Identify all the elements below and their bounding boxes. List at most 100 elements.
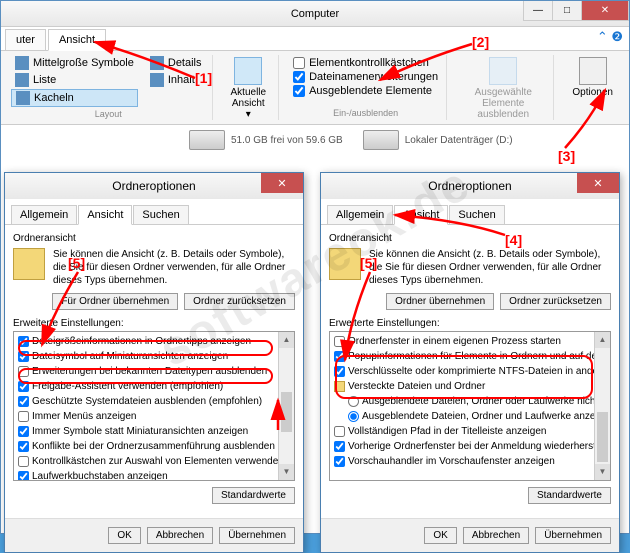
details-icon <box>150 56 164 70</box>
view-tiles[interactable]: Kacheln <box>11 89 138 107</box>
scrollbar[interactable]: ▲ ▼ <box>278 332 294 480</box>
content-area: 51.0 GB frei von 59.6 GB Lokaler Datentr… <box>1 125 629 155</box>
ribbon-group-options: Optionen <box>560 55 625 120</box>
tree-item[interactable]: Laufwerkbuchstaben anzeigen <box>18 469 290 481</box>
defaults-button[interactable]: Standardwerte <box>212 487 295 504</box>
tree-item[interactable]: Ausgeblendete Dateien, Ordner und Laufwe… <box>334 409 606 424</box>
list-icon <box>15 73 29 87</box>
folder-view-text: Sie können die Ansicht (z. B. Details od… <box>369 248 611 287</box>
advanced-settings-label: Erweiterte Einstellungen: <box>329 318 611 329</box>
tree-item[interactable]: Freigabe-Assistent verwenden (empfohlen) <box>18 379 290 394</box>
hide-selected-button: Ausgewählte Elemente ausblenden <box>459 55 547 122</box>
advanced-settings-tree[interactable]: Ordnerfenster in einem eigenen Prozess s… <box>329 331 611 481</box>
check-hidden-items[interactable]: Ausgeblendete Elemente <box>293 85 438 97</box>
close-button[interactable]: ✕ <box>581 1 629 21</box>
group-label-layout: Layout <box>11 107 206 121</box>
tree-item[interactable]: Kontrollkästchen zur Auswahl von Element… <box>18 454 290 469</box>
reset-folders-button[interactable]: Ordner zurücksetzen <box>184 293 295 310</box>
tree-item[interactable]: Vollständigen Pfad in der Titelleiste an… <box>334 424 606 439</box>
dialog-tabs: Allgemein Ansicht Suchen <box>321 199 619 225</box>
ribbon-group-layout: Mittelgroße Symbole Details Liste Inhalt… <box>5 55 213 120</box>
tree-item[interactable]: Ausgeblendete Dateien, Ordner oder Laufw… <box>334 394 606 409</box>
apply-button[interactable]: Übernehmen <box>535 527 611 544</box>
window-title: Computer <box>291 8 339 20</box>
tree-item[interactable]: Versteckte Dateien und Ordner <box>334 379 606 394</box>
tree-item[interactable]: Konflikte bei der Ordnerzusammenführung … <box>18 439 290 454</box>
cancel-button[interactable]: Abbrechen <box>147 527 213 544</box>
check-item-checkboxes[interactable]: Elementkontrollkästchen <box>293 57 438 69</box>
scroll-down-icon[interactable]: ▼ <box>595 464 610 480</box>
cancel-button[interactable]: Abbrechen <box>463 527 529 544</box>
scroll-thumb[interactable] <box>597 412 608 462</box>
drive-label: Lokaler Datenträger (D:) <box>405 135 513 146</box>
tree-item[interactable]: Immer Menüs anzeigen <box>18 409 290 424</box>
tree-item[interactable]: Ordnerfenster in einem eigenen Prozess s… <box>334 334 606 349</box>
folder-view-icon <box>13 248 45 280</box>
apply-to-folders-button[interactable]: Ordner übernehmen <box>386 293 494 310</box>
tree-item[interactable]: Vorschauhandler im Vorschaufenster anzei… <box>334 454 606 469</box>
tree-item[interactable]: Geschützte Systemdateien ausblenden (emp… <box>18 394 290 409</box>
dlg-tab-general[interactable]: Allgemein <box>11 205 77 224</box>
help-icon[interactable]: ⌃ ❷ <box>597 29 623 45</box>
check-file-extensions[interactable]: Dateinamenerweiterungen <box>293 71 438 83</box>
reset-folders-button[interactable]: Ordner zurücksetzen <box>500 293 611 310</box>
dialog-title: Ordneroptionen <box>112 179 195 193</box>
ribbon: Mittelgroße Symbole Details Liste Inhalt… <box>1 51 629 125</box>
apply-to-folders-button[interactable]: Für Ordner übernehmen <box>52 293 178 310</box>
dlg-tab-view[interactable]: Ansicht <box>394 205 448 225</box>
scroll-thumb[interactable] <box>281 392 292 432</box>
dialog-title: Ordneroptionen <box>428 179 511 193</box>
group-label-showhide: Ein-/ausblenden <box>291 106 440 120</box>
drive-icon <box>363 130 399 150</box>
dialog-close-button[interactable]: ✕ <box>577 173 619 193</box>
folder-view-icon <box>329 248 361 280</box>
ok-button[interactable]: OK <box>424 527 456 544</box>
advanced-settings-label: Erweiterte Einstellungen: <box>13 318 295 329</box>
current-view-button[interactable]: Aktuelle Ansicht ▾ <box>225 55 273 122</box>
folder-options-dialog-right: Ordneroptionen ✕ Allgemein Ansicht Suche… <box>320 172 620 553</box>
view-list[interactable]: Liste <box>11 72 138 88</box>
dialog-titlebar: Ordneroptionen ✕ <box>5 173 303 199</box>
view-medium-icons[interactable]: Mittelgroße Symbole <box>11 55 138 71</box>
minimize-button[interactable]: ― <box>523 1 553 21</box>
medium-icons-icon <box>15 56 29 70</box>
view-content[interactable]: Inhalt <box>146 72 206 88</box>
drive-icon <box>189 130 225 150</box>
folder-view-heading: Ordneransicht <box>329 233 611 244</box>
view-details[interactable]: Details <box>146 55 206 71</box>
tiles-icon <box>16 91 30 105</box>
scrollbar[interactable]: ▲ ▼ <box>594 332 610 480</box>
dlg-tab-search[interactable]: Suchen <box>133 205 188 224</box>
scroll-up-icon[interactable]: ▲ <box>595 332 610 348</box>
content-icon <box>150 73 164 87</box>
options-button[interactable]: Optionen <box>566 55 619 100</box>
advanced-settings-tree[interactable]: Dateigrößeinformationen in Ordnertipps a… <box>13 331 295 481</box>
tree-item[interactable]: Dateigrößeinformationen in Ordnertipps a… <box>18 334 290 349</box>
ribbon-group-showhide: Elementkontrollkästchen Dateinamenerweit… <box>285 55 447 120</box>
scroll-up-icon[interactable]: ▲ <box>279 332 294 348</box>
maximize-button[interactable]: □ <box>552 1 582 21</box>
tree-item[interactable]: Dateisymbol auf Miniaturansichten anzeig… <box>18 349 290 364</box>
apply-button[interactable]: Übernehmen <box>219 527 295 544</box>
ribbon-group-hide-selected: Ausgewählte Elemente ausblenden <box>453 55 554 120</box>
dialog-tabs: Allgemein Ansicht Suchen <box>5 199 303 225</box>
tree-item[interactable]: Erweiterungen bei bekannten Dateitypen a… <box>18 364 290 379</box>
dlg-tab-view[interactable]: Ansicht <box>78 205 132 225</box>
folder-view-text: Sie können die Ansicht (z. B. Details od… <box>53 248 295 287</box>
dlg-tab-search[interactable]: Suchen <box>449 205 504 224</box>
tree-item[interactable]: Immer Symbole statt Miniaturansichten an… <box>18 424 290 439</box>
dlg-tab-general[interactable]: Allgemein <box>327 205 393 224</box>
tab-file[interactable]: uter <box>5 29 46 50</box>
tree-item[interactable]: Verschlüsselte oder komprimierte NTFS-Da… <box>334 364 606 379</box>
ribbon-tabs: uter Ansicht ⌃ ❷ <box>1 27 629 51</box>
tree-item[interactable]: Popupinformationen für Elemente in Ordne… <box>334 349 606 364</box>
ok-button[interactable]: OK <box>108 527 140 544</box>
defaults-button[interactable]: Standardwerte <box>528 487 611 504</box>
folder-view-heading: Ordneransicht <box>13 233 295 244</box>
options-icon <box>579 57 607 85</box>
dialog-titlebar: Ordneroptionen ✕ <box>321 173 619 199</box>
dialog-close-button[interactable]: ✕ <box>261 173 303 193</box>
scroll-down-icon[interactable]: ▼ <box>279 464 294 480</box>
tree-item[interactable]: Vorherige Ordnerfenster bei der Anmeldun… <box>334 439 606 454</box>
tab-view[interactable]: Ansicht <box>48 29 106 51</box>
